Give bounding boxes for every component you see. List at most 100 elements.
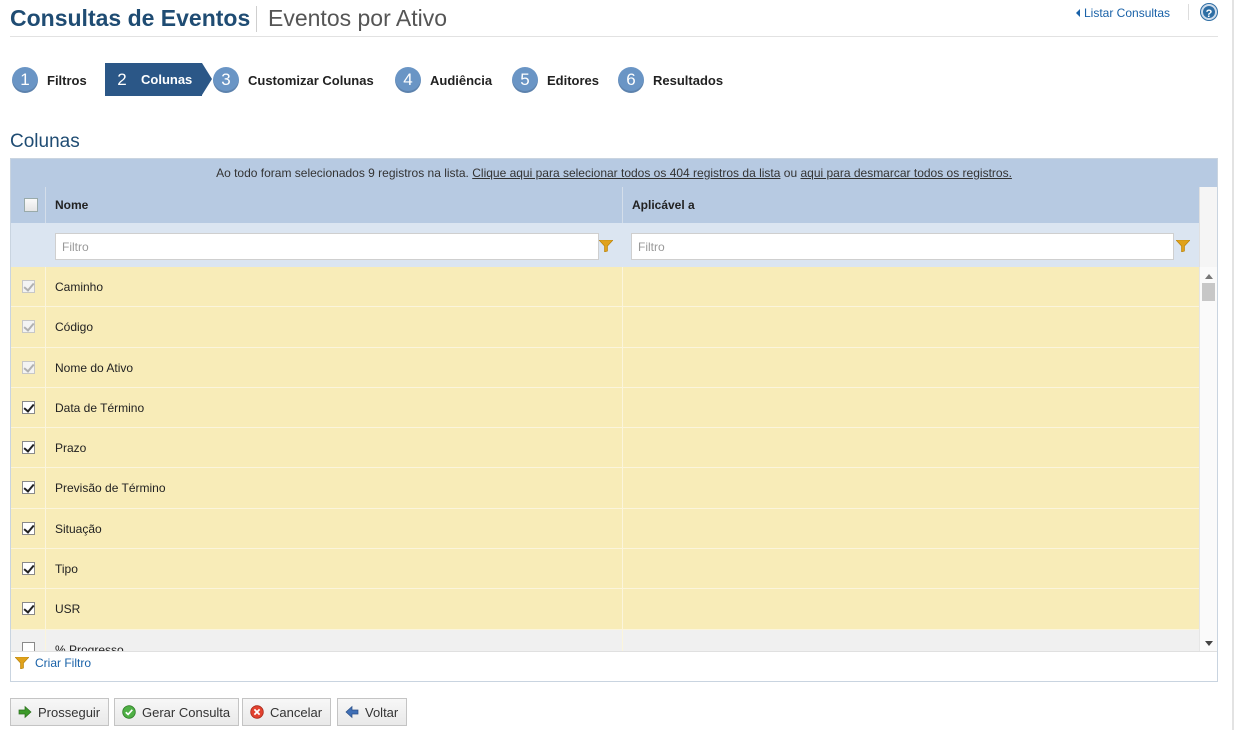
row-checkbox-cell bbox=[11, 589, 46, 629]
page-title: Consultas de Eventos bbox=[10, 5, 251, 31]
row-name: % Progresso bbox=[47, 629, 623, 653]
row-checkbox[interactable] bbox=[22, 441, 35, 455]
columns-grid: Ao todo foram selecionados 9 registros n… bbox=[10, 158, 1218, 682]
table-row[interactable]: Nome do Ativo bbox=[11, 347, 1199, 388]
step-number: 1 bbox=[12, 67, 38, 93]
row-checkbox-cell bbox=[11, 387, 46, 428]
row-name: USR bbox=[47, 589, 623, 629]
table-row[interactable]: Caminho bbox=[11, 267, 1199, 308]
row-name: Data de Término bbox=[47, 387, 623, 428]
page-right-border bbox=[1232, 0, 1234, 730]
arrow-left-icon bbox=[345, 705, 359, 719]
row-name: Caminho bbox=[47, 267, 623, 307]
selection-count-text: Ao todo foram selecionados 9 registros n… bbox=[216, 166, 469, 180]
back-button[interactable]: Voltar bbox=[337, 698, 408, 726]
section-title: Colunas bbox=[10, 131, 80, 152]
table-row[interactable]: Tipo bbox=[11, 549, 1199, 590]
page-subtitle: Eventos por Ativo bbox=[268, 5, 447, 31]
wizard-steps: 1 Filtros 2 Colunas 3 Customizar Colunas… bbox=[0, 63, 1237, 97]
help-icon[interactable]: ? bbox=[1201, 4, 1217, 20]
row-checkbox-cell bbox=[11, 307, 46, 347]
row-checkbox-cell bbox=[11, 428, 46, 468]
step-customizar-colunas[interactable]: 3 Customizar Colunas bbox=[213, 63, 374, 97]
table-body: Caminho Código Nome do Ativo Data de Tér… bbox=[11, 267, 1199, 653]
create-filter-link[interactable]: Criar Filtro bbox=[15, 656, 91, 670]
filter-funnel-icon bbox=[15, 657, 29, 669]
cancel-label: Cancelar bbox=[270, 704, 323, 720]
row-checkbox[interactable] bbox=[22, 400, 35, 414]
back-label: Voltar bbox=[365, 704, 399, 720]
page-header: Consultas de Eventos Eventos por Ativo L… bbox=[10, 0, 1218, 37]
column-header-applies-to[interactable]: Aplicável a bbox=[624, 187, 1199, 223]
title-separator bbox=[256, 6, 257, 32]
row-checkbox[interactable] bbox=[22, 521, 35, 535]
step-number: 5 bbox=[512, 67, 538, 93]
row-name: Nome do Ativo bbox=[47, 347, 623, 387]
generate-query-button[interactable]: Gerar Consulta bbox=[114, 698, 240, 726]
table-row[interactable]: Código bbox=[11, 307, 1199, 348]
step-colunas[interactable]: 2 Colunas bbox=[105, 63, 213, 96]
step-label: Editores bbox=[547, 72, 600, 88]
select-all-cell bbox=[11, 187, 46, 223]
table-row[interactable]: Prazo bbox=[11, 428, 1199, 469]
step-number: 6 bbox=[618, 67, 644, 93]
row-checkbox-cell bbox=[11, 629, 46, 653]
row-checkbox[interactable] bbox=[22, 562, 35, 576]
generate-query-label: Gerar Consulta bbox=[142, 704, 231, 720]
step-number: 2 bbox=[117, 69, 127, 89]
step-audiencia[interactable]: 4 Audiência bbox=[395, 63, 492, 97]
arrow-right-icon bbox=[18, 705, 32, 719]
vertical-scrollbar[interactable] bbox=[1199, 267, 1217, 653]
selection-banner: Ao todo foram selecionados 9 registros n… bbox=[11, 159, 1217, 187]
deselect-all-link[interactable]: aqui para desmarcar todos os registros. bbox=[800, 166, 1011, 180]
step-resultados[interactable]: 6 Resultados bbox=[618, 63, 723, 97]
applies-to-filter-input[interactable] bbox=[631, 233, 1174, 260]
row-checkbox-cell bbox=[11, 508, 46, 549]
row-checkbox[interactable] bbox=[22, 602, 35, 616]
list-queries-label: Listar Consultas bbox=[1084, 6, 1171, 20]
back-arrow-icon bbox=[1076, 9, 1080, 17]
step-label: Filtros bbox=[47, 72, 87, 88]
row-checkbox-cell bbox=[11, 468, 46, 508]
filter-funnel-icon[interactable] bbox=[1176, 240, 1190, 252]
grid-footer: Criar Filtro bbox=[11, 651, 1217, 681]
table-row[interactable]: USR bbox=[11, 589, 1199, 630]
table-header: Nome Aplicável a bbox=[11, 187, 1199, 223]
list-queries-link[interactable]: Listar Consultas bbox=[1076, 6, 1170, 20]
check-circle-icon bbox=[122, 705, 136, 719]
row-checkbox[interactable] bbox=[22, 481, 35, 495]
row-checkbox-cell bbox=[11, 347, 46, 387]
step-label: Colunas bbox=[141, 72, 193, 87]
row-name: Código bbox=[47, 307, 623, 347]
step-label: Customizar Colunas bbox=[248, 72, 374, 88]
banner-or-text: ou bbox=[783, 166, 798, 180]
select-all-link[interactable]: Clique aqui para selecionar todos os 404… bbox=[472, 166, 780, 180]
step-filtros[interactable]: 1 Filtros bbox=[12, 63, 87, 97]
step-number: 4 bbox=[395, 67, 421, 93]
cancel-button[interactable]: Cancelar bbox=[242, 698, 332, 726]
table-row[interactable]: % Progresso bbox=[11, 629, 1199, 653]
table-row[interactable]: Situação bbox=[11, 508, 1199, 550]
row-name: Prazo bbox=[47, 428, 623, 468]
column-header-name[interactable]: Nome bbox=[47, 187, 623, 223]
scroll-up-arrow-icon[interactable] bbox=[1205, 274, 1213, 279]
row-name: Situação bbox=[47, 508, 623, 549]
row-name: Previsão de Término bbox=[47, 468, 623, 508]
table-row[interactable]: Data de Término bbox=[11, 387, 1199, 429]
proceed-label: Prosseguir bbox=[38, 704, 101, 720]
proceed-button[interactable]: Prosseguir bbox=[10, 698, 110, 726]
row-checkbox bbox=[22, 360, 35, 374]
row-checkbox bbox=[22, 280, 35, 293]
table-row[interactable]: Previsão de Término bbox=[11, 468, 1199, 509]
create-filter-label: Criar Filtro bbox=[35, 656, 91, 670]
scroll-thumb[interactable] bbox=[1202, 283, 1215, 301]
scroll-down-arrow-icon[interactable] bbox=[1205, 641, 1213, 646]
row-name: Tipo bbox=[47, 549, 623, 589]
row-checkbox bbox=[22, 320, 35, 334]
step-editores[interactable]: 5 Editores bbox=[512, 63, 599, 97]
filter-funnel-icon[interactable] bbox=[599, 240, 613, 252]
select-all-checkbox[interactable] bbox=[24, 198, 38, 212]
name-filter-input[interactable] bbox=[55, 233, 599, 260]
cancel-circle-icon bbox=[250, 705, 264, 719]
header-separator bbox=[1188, 4, 1189, 20]
